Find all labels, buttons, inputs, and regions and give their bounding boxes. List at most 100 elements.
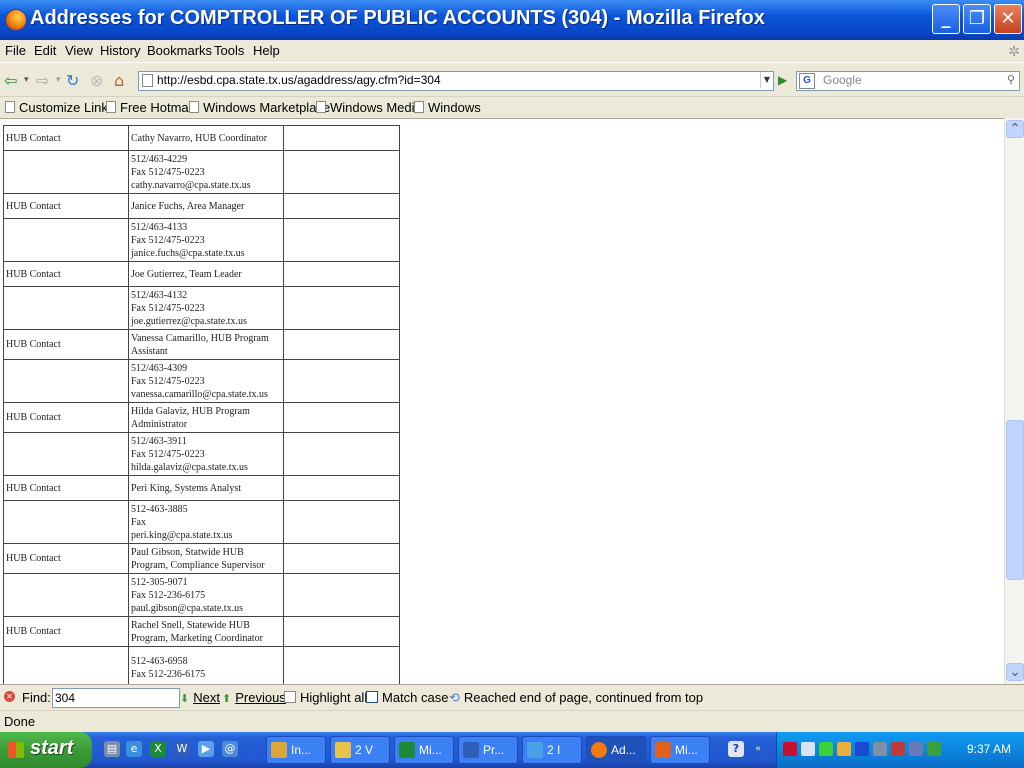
search-engine-icon[interactable]: G	[799, 73, 815, 89]
bookmark-customize-links[interactable]: Customize Links	[5, 100, 114, 115]
menu-tools[interactable]: Tools	[214, 43, 244, 58]
quicklaunch-outlook-icon[interactable]: @	[222, 741, 238, 757]
task-ie-icon	[527, 742, 543, 758]
bookmark-windows-media[interactable]: Windows Media	[316, 100, 422, 115]
table-row: 512-463-3885 Fax peri.king@cpa.state.tx.us	[3, 500, 400, 544]
contact-email[interactable]: hilda.galaviz@cpa.state.tx.us	[131, 461, 281, 474]
back-button[interactable]: ⇦	[4, 71, 17, 90]
bookmark-windows-marketplace[interactable]: Windows Marketplace	[189, 100, 330, 115]
empty-cell	[283, 500, 400, 544]
scroll-down-button[interactable]: ⌄	[1006, 663, 1024, 681]
taskbar-item-2i[interactable]: 2 I	[522, 736, 582, 764]
empty-cell	[283, 261, 400, 287]
find-previous-button[interactable]: ⬆ Previous	[222, 690, 286, 705]
find-input[interactable]	[52, 688, 180, 708]
taskbar-expand-icon[interactable]: «	[750, 741, 766, 757]
close-find-bar-icon[interactable]: ✕	[4, 691, 15, 702]
search-box[interactable]: G Google ⚲	[796, 71, 1020, 91]
contact-email[interactable]: paul.gibson@cpa.state.tx.us	[131, 602, 281, 615]
contact-email[interactable]: peri.king@cpa.state.tx.us	[131, 529, 281, 542]
contact-fax: Fax 512/475-0223	[131, 448, 205, 460]
contact-name: Rachel Snell, Statewide HUB Program, Mar…	[128, 616, 284, 647]
bookmark-free-hotmail[interactable]: Free Hotmail	[106, 100, 194, 115]
home-button[interactable]: ⌂	[114, 71, 124, 90]
checkbox-icon	[366, 691, 378, 703]
contact-fax: Fax 512-236-6175	[131, 669, 206, 680]
minimize-button[interactable]: _	[932, 4, 960, 34]
table-row: HUB Contact Vanessa Camarillo, HUB Progra…	[3, 329, 400, 360]
empty-cell	[283, 193, 400, 219]
contact-fax: Fax 512/475-0223	[131, 302, 205, 314]
taskbar-item-firefox[interactable]: Ad...	[586, 736, 646, 764]
forward-button[interactable]: ⇨	[36, 71, 49, 90]
wrap-icon: ⟲	[449, 690, 460, 705]
tray-security-icon[interactable]	[891, 742, 905, 756]
empty-cell	[283, 286, 400, 330]
url-dropdown-icon[interactable]: ▼	[760, 72, 773, 88]
tray-volume-icon[interactable]	[909, 742, 923, 756]
find-next-button[interactable]: ⬇ Next	[180, 690, 220, 705]
taskbar-item-2v[interactable]: 2 V	[330, 736, 390, 764]
wireless-icon[interactable]	[819, 742, 833, 756]
quicklaunch-media-icon[interactable]: ▶	[198, 741, 214, 757]
contact-email[interactable]: joe.gutierrez@cpa.state.tx.us	[131, 315, 281, 328]
tray-app-icon[interactable]	[837, 742, 851, 756]
menu-help[interactable]: Help	[253, 43, 280, 58]
reload-button[interactable]: ↻	[66, 71, 79, 90]
match-case-checkbox[interactable]: Match case	[366, 690, 448, 705]
arrow-down-icon: ⬇	[180, 693, 190, 705]
table-row: HUB Contact Janice Fuchs, Area Manager	[3, 193, 400, 219]
network-icon[interactable]	[801, 742, 815, 756]
bookmark-windows[interactable]: Windows	[414, 100, 481, 115]
taskbar-item-mi[interactable]: Mi...	[650, 736, 710, 764]
quicklaunch-word-icon[interactable]: W	[174, 741, 190, 757]
contact-email[interactable]: vanessa.camarillo@cpa.state.tx.us	[131, 388, 281, 401]
highlight-all-button[interactable]: Highlight all	[284, 690, 367, 705]
taskbar-item-pr[interactable]: Pr...	[458, 736, 518, 764]
taskbar-item-excel[interactable]: Mi...	[394, 736, 454, 764]
contact-email[interactable]: cathy.navarro@cpa.state.tx.us	[131, 179, 281, 192]
contact-phone: 512/463-4133	[131, 221, 188, 233]
empty-cell	[3, 432, 129, 476]
taskbar-item-in[interactable]: In...	[266, 736, 326, 764]
menu-history[interactable]: History	[100, 43, 140, 58]
contact-details: 512/463-4132 Fax 512/475-0223 joe.gutierre…	[128, 286, 284, 330]
close-button[interactable]: ✕	[994, 4, 1022, 34]
table-row: 512-463-6958 Fax 512-236-6175	[3, 646, 400, 685]
quicklaunch-notepad-icon[interactable]: ▤	[104, 741, 120, 757]
scroll-thumb[interactable]	[1006, 420, 1024, 580]
window-titlebar: Addresses for COMPTROLLER OF PUBLIC ACCO…	[0, 0, 1024, 40]
contact-name: Vanessa Camarillo, HUB Program Assistant	[128, 329, 284, 360]
quicklaunch-excel-icon[interactable]: X	[150, 741, 166, 757]
back-dropdown-icon[interactable]: ▾	[24, 75, 29, 85]
vertical-scrollbar[interactable]: ⌃ ⌄	[1004, 118, 1024, 684]
url-bar[interactable]: http://esbd.cpa.state.tx.us/agaddress/ag…	[138, 71, 774, 91]
forward-dropdown-icon[interactable]: ▾	[56, 75, 61, 85]
help-icon[interactable]: ?	[728, 741, 744, 757]
table-row: 512/463-4229 Fax 512/475-0223 cathy.navarr…	[3, 150, 400, 194]
start-button[interactable]: start	[0, 732, 92, 768]
menu-file[interactable]: File	[5, 43, 26, 58]
go-button[interactable]: ▶	[778, 73, 790, 87]
table-row: 512/463-4132 Fax 512/475-0223 joe.gutierre…	[3, 286, 400, 330]
contact-type: HUB Contact	[3, 193, 129, 219]
tray-monitor-icon[interactable]	[855, 742, 869, 756]
stop-button[interactable]: ⊗	[90, 71, 103, 90]
contact-email[interactable]: janice.fuchs@cpa.state.tx.us	[131, 247, 281, 260]
search-icon[interactable]: ⚲	[1007, 73, 1015, 86]
menu-edit[interactable]: Edit	[34, 43, 56, 58]
contact-details: 512-463-6958 Fax 512-236-6175	[128, 646, 284, 685]
firefox-icon	[5, 9, 27, 31]
antivirus-icon[interactable]	[783, 742, 797, 756]
menu-view[interactable]: View	[65, 43, 93, 58]
contact-phone: 512/463-4309	[131, 362, 188, 374]
status-text: Done	[4, 714, 36, 729]
quicklaunch-ie-icon[interactable]: e	[126, 741, 142, 757]
empty-cell	[283, 543, 400, 574]
maximize-button[interactable]: ❐	[963, 4, 991, 34]
scroll-up-button[interactable]: ⌃	[1006, 120, 1024, 138]
contact-name: Paul Gibson, Statwide HUB Program, Compl…	[128, 543, 284, 574]
tray-update-icon[interactable]	[927, 742, 941, 756]
tray-computer-icon[interactable]	[873, 742, 887, 756]
menu-bookmarks[interactable]: Bookmarks	[147, 43, 212, 58]
